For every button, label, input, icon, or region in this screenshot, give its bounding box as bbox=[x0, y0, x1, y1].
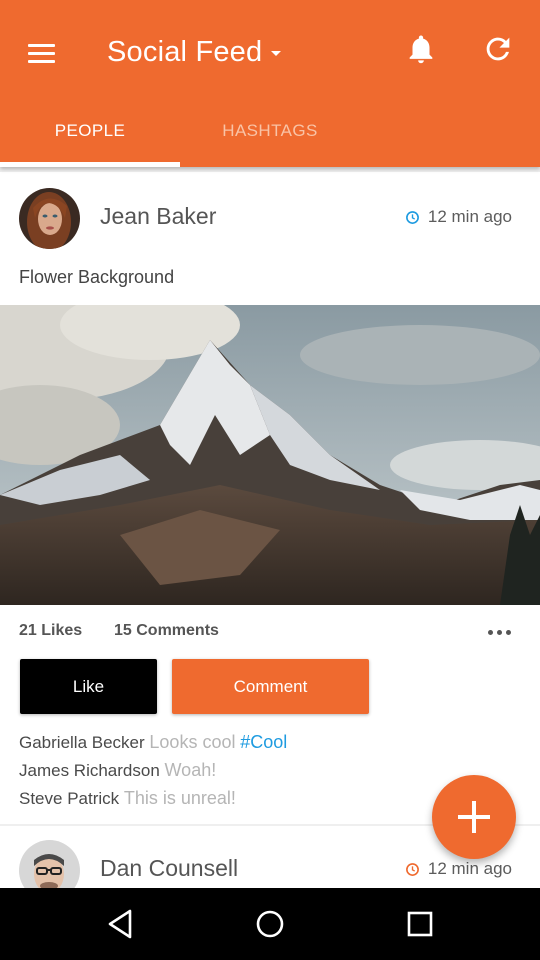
menu-icon[interactable] bbox=[20, 36, 64, 70]
comment-text: Woah! bbox=[164, 760, 217, 780]
more-options-icon[interactable] bbox=[484, 620, 516, 644]
dropdown-caret-icon bbox=[271, 50, 282, 56]
post-timestamp: 12 min ago bbox=[405, 207, 512, 227]
hashtag-link[interactable]: #Cool bbox=[240, 732, 287, 752]
app-title: Social Feed bbox=[107, 35, 263, 68]
comment-item: Steve Patrick This is unreal! bbox=[19, 788, 236, 809]
post-author[interactable]: Jean Baker bbox=[100, 203, 216, 230]
comment-author[interactable]: Gabriella Becker bbox=[19, 733, 145, 752]
post-timestamp: 12 min ago bbox=[405, 859, 512, 879]
active-tab-indicator bbox=[0, 162, 180, 167]
clock-icon bbox=[405, 862, 419, 876]
avatar[interactable] bbox=[19, 188, 80, 249]
avatar[interactable] bbox=[19, 840, 80, 888]
comment-item: James Richardson Woah! bbox=[19, 760, 216, 781]
add-post-button[interactable] bbox=[432, 775, 516, 859]
comment-author[interactable]: Steve Patrick bbox=[19, 789, 119, 808]
refresh-icon[interactable] bbox=[481, 32, 515, 66]
time-text: 12 min ago bbox=[427, 207, 512, 226]
comment-text: This is unreal! bbox=[123, 788, 236, 808]
tab-hashtags[interactable]: HASHTAGS bbox=[180, 94, 360, 167]
comments-count[interactable]: 15 Comments bbox=[114, 622, 219, 640]
tab-people[interactable]: PEOPLE bbox=[0, 94, 180, 167]
system-nav-bar bbox=[0, 888, 540, 960]
feed-selector[interactable]: Social Feed bbox=[107, 32, 282, 72]
home-icon[interactable] bbox=[252, 906, 288, 942]
recents-icon[interactable] bbox=[402, 906, 438, 942]
comment-button[interactable]: Comment bbox=[172, 659, 369, 714]
time-text: 12 min ago bbox=[427, 859, 512, 878]
post-card: Jean Baker 12 min ago Flower Background bbox=[0, 172, 540, 824]
comment-item: Gabriella Becker Looks cool #Cool bbox=[19, 732, 287, 753]
post-text: Flower Background bbox=[19, 267, 175, 287]
bell-icon[interactable] bbox=[404, 32, 438, 66]
post-author[interactable]: Dan Counsell bbox=[100, 855, 238, 882]
likes-count[interactable]: 21 Likes bbox=[19, 622, 82, 640]
comment-author[interactable]: James Richardson bbox=[19, 761, 160, 780]
app-bar: Social Feed PEOPLE HASHTAGS bbox=[0, 0, 540, 167]
post-image[interactable] bbox=[0, 305, 540, 605]
like-button[interactable]: Like bbox=[20, 659, 157, 714]
clock-icon bbox=[405, 210, 419, 224]
comment-text: Looks cool bbox=[149, 732, 236, 752]
back-icon[interactable] bbox=[102, 906, 138, 942]
